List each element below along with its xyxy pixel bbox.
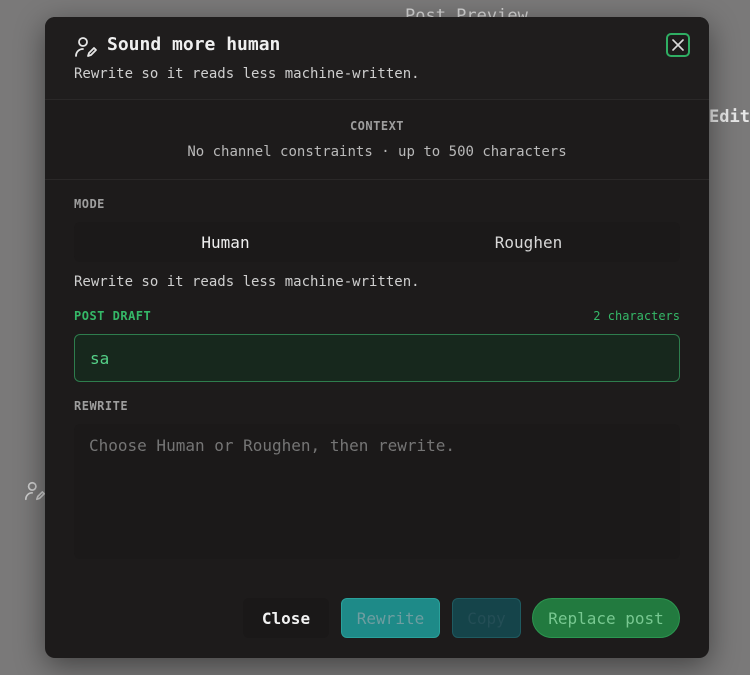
- copy-button[interactable]: Copy: [452, 598, 521, 638]
- mode-option-human[interactable]: Human: [74, 222, 377, 262]
- sound-more-human-dialog: Sound more human Rewrite so it reads les…: [45, 17, 709, 658]
- close-dialog-button[interactable]: [666, 33, 690, 57]
- mode-description: Rewrite so it reads less machine-written…: [74, 274, 420, 290]
- close-icon: [672, 39, 684, 51]
- mode-option-roughen[interactable]: Roughen: [377, 222, 680, 262]
- post-draft-label: POST DRAFT: [74, 309, 152, 323]
- context-label: CONTEXT: [349, 119, 405, 133]
- user-edit-icon: [25, 481, 45, 501]
- context-section: CONTEXT No channel constraints · up to 5…: [45, 100, 709, 180]
- dialog-header: Sound more human Rewrite so it reads les…: [45, 17, 709, 100]
- context-value: No channel constraints · up to 500 chara…: [187, 144, 567, 160]
- rewrite-output[interactable]: [74, 424, 680, 559]
- dialog-title: Sound more human: [107, 34, 281, 55]
- user-edit-icon: [75, 37, 97, 57]
- replace-post-button[interactable]: Replace post: [532, 598, 680, 638]
- mode-toggle: Human Roughen: [74, 222, 680, 262]
- post-draft-input[interactable]: [74, 334, 680, 382]
- rewrite-button[interactable]: Rewrite: [341, 598, 440, 638]
- dialog-subtitle: Rewrite so it reads less machine-written…: [74, 66, 420, 82]
- rewrite-label: REWRITE: [74, 399, 129, 413]
- character-count: 2 characters: [593, 309, 680, 323]
- mode-label: MODE: [74, 197, 105, 211]
- close-button[interactable]: Close: [243, 598, 329, 638]
- background-edit-label[interactable]: Edit: [709, 107, 750, 127]
